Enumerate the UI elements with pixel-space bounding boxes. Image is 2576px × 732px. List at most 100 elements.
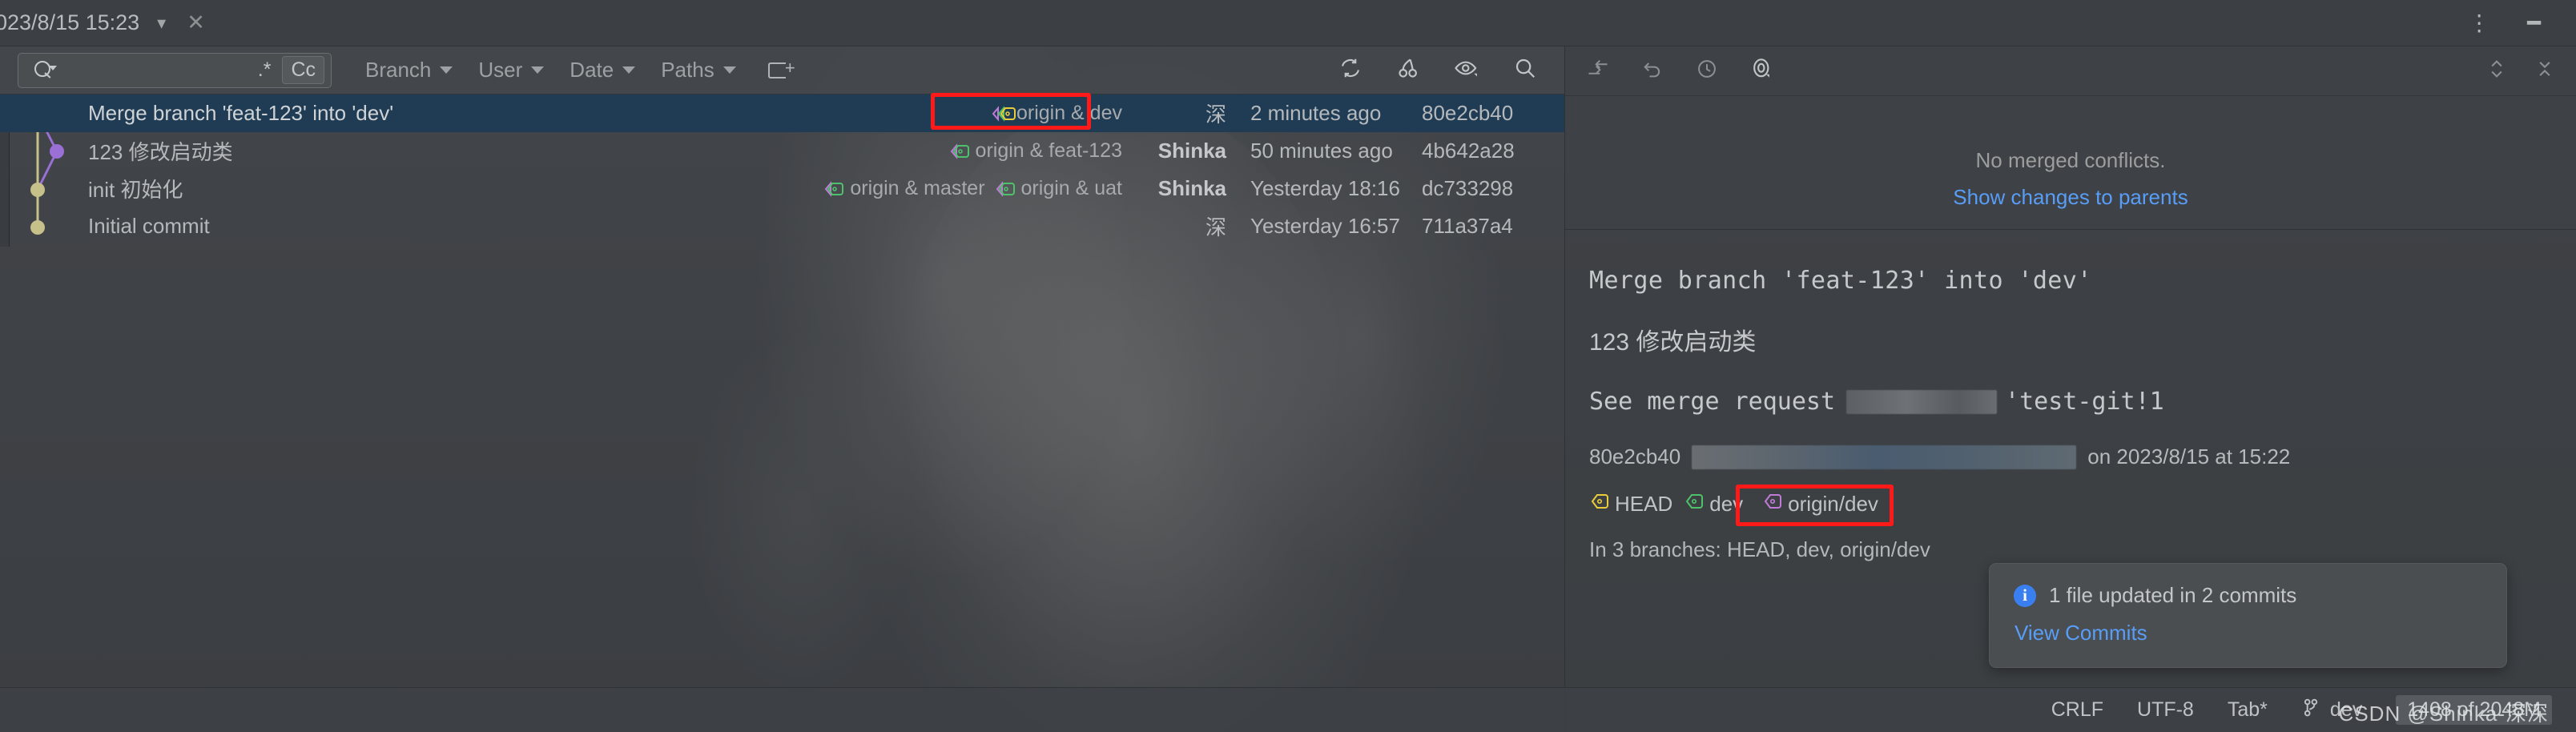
new-filter-icon[interactable]: + <box>767 58 795 82</box>
eye-icon[interactable] <box>1749 57 1775 85</box>
eye-icon[interactable] <box>1454 56 1479 85</box>
commit-date: 50 minutes ago <box>1250 139 1393 163</box>
undo-icon[interactable] <box>1640 58 1664 84</box>
commit-date: Yesterday 16:57 <box>1250 214 1400 238</box>
ref-head-label: HEAD <box>1615 492 1673 516</box>
ide-window: 023/8/15 15:23 ▾ ✕ ⋮ ━ .* Cc Branch User <box>0 0 2576 732</box>
filter-paths-label: Paths <box>661 58 714 82</box>
search-icon[interactable] <box>1513 56 1537 85</box>
chevron-down-icon <box>622 66 636 74</box>
ref-tag-label: origin & feat-123 <box>975 139 1122 162</box>
chevron-down-icon <box>531 66 545 74</box>
redacted-url <box>1846 389 1998 414</box>
commit-details-toolbar <box>1565 46 2576 96</box>
detail-commit-hash[interactable]: 80e2cb40 <box>1589 444 1680 469</box>
row-graph-cell <box>0 170 88 207</box>
table-row[interactable]: 123 修改启动类 origin & feat-123 Shinka 50 mi… <box>0 132 1564 170</box>
status-indent[interactable]: Tab* <box>2228 698 2268 722</box>
commit-table: Merge branch 'feat-123' into 'dev' origi… <box>0 95 1564 247</box>
commit-subject: Merge branch 'feat-123' into 'dev' <box>88 101 394 125</box>
history-icon[interactable] <box>1695 58 1719 84</box>
filter-branch[interactable]: Branch <box>356 53 462 87</box>
chevron-down-icon <box>440 66 453 74</box>
ref-tag-label: origin & dev <box>1016 102 1122 124</box>
ref-origin-dev-label: origin/dev <box>1788 492 1878 516</box>
memory-indicator[interactable]: 1408 of 2048M <box>2396 695 2552 725</box>
commit-detail-refs: HEAD dev origin/dev <box>1589 485 2552 526</box>
status-branch[interactable]: dev <box>2301 697 2362 723</box>
commit-refs: origin & feat-123 <box>949 139 1122 163</box>
status-bar: CRLF UTF-8 Tab* dev 1408 of 2048M <box>0 687 2576 732</box>
merge-request-suffix[interactable]: 'test-git!1 <box>2005 388 2164 416</box>
filter-user[interactable]: User <box>469 53 553 87</box>
branches-summary: In 3 branches: HEAD, dev, origin/dev <box>1589 537 1930 561</box>
info-icon: i <box>2014 584 2036 607</box>
show-changes-to-parents-link[interactable]: Show changes to parents <box>1565 179 2576 216</box>
ref-tag[interactable]: origin & feat-123 <box>949 139 1122 163</box>
titlebar-actions: ⋮ ━ <box>2468 11 2576 34</box>
minimize-icon[interactable]: ━ <box>2527 11 2541 34</box>
commit-hash: dc733298 <box>1422 176 1514 200</box>
commit-hash: 80e2cb40 <box>1422 101 1514 125</box>
collapse-all-icon[interactable] <box>2486 58 2507 84</box>
branch-tag-icon <box>823 179 844 199</box>
more-vertical-icon[interactable]: ⋮ <box>2468 11 2490 34</box>
tag-icon <box>1589 492 1610 517</box>
ref-tag[interactable]: origin & master <box>823 177 985 200</box>
filter-date[interactable]: Date <box>560 53 645 87</box>
ref-head[interactable]: HEAD <box>1589 492 1672 517</box>
table-row[interactable]: Initial commit 深 Yesterday 16:57 711a37a… <box>0 207 1564 245</box>
table-row[interactable]: init 初始化 origin & master origin & uat Sh… <box>0 170 1564 207</box>
regex-toggle[interactable]: .* <box>250 58 280 82</box>
commit-meta-line: 80e2cb40 on 2023/8/15 at 15:22 <box>1589 444 2552 469</box>
status-encoding[interactable]: UTF-8 <box>2137 698 2194 722</box>
merge-request-prefix: See merge request <box>1589 388 1836 416</box>
commit-date: 2 minutes ago <box>1250 101 1382 125</box>
ref-tag[interactable]: origin & uat <box>995 177 1122 200</box>
commit-author: 深 <box>1205 215 1226 239</box>
notification-header: i 1 file updated in 2 commits <box>2014 583 2482 608</box>
ref-dev[interactable]: dev <box>1684 492 1743 517</box>
ref-origin-dev[interactable]: origin/dev <box>1762 492 1878 517</box>
match-case-toggle[interactable]: Cc <box>282 56 324 84</box>
ref-tag-label: origin & master <box>850 177 985 199</box>
tag-icon <box>1762 492 1783 517</box>
refresh-icon[interactable] <box>1338 56 1362 85</box>
notification-popup[interactable]: i 1 file updated in 2 commits View Commi… <box>1989 563 2507 668</box>
filter-date-label: Date <box>570 58 614 82</box>
row-graph-cell <box>0 132 88 170</box>
filter-user-label: User <box>478 58 523 82</box>
merge-conflict-status: No merged conflicts. Show changes to par… <box>1565 143 2576 215</box>
chevron-down-icon[interactable]: ▾ <box>157 13 166 34</box>
redacted-author <box>1692 444 2077 469</box>
commit-refs: origin & master origin & uat <box>823 177 1122 200</box>
commit-subject: 123 修改启动类 <box>88 140 233 164</box>
row-graph-cell <box>0 207 88 245</box>
ref-tag[interactable]: origin & dev <box>990 102 1122 125</box>
filter-paths[interactable]: Paths <box>651 53 746 87</box>
git-log-pane: .* Cc Branch User Date Paths + Merge bra… <box>0 46 1564 732</box>
close-icon[interactable]: ✕ <box>187 10 205 35</box>
log-tab-label[interactable]: 023/8/15 15:23 <box>0 10 139 35</box>
git-branch-icon <box>2301 697 2320 723</box>
status-line-separator[interactable]: CRLF <box>2051 698 2103 722</box>
table-row[interactable]: Merge branch 'feat-123' into 'dev' origi… <box>0 95 1564 132</box>
commit-hash: 711a37a4 <box>1422 214 1513 238</box>
detail-commit-date: on 2023/8/15 at 15:22 <box>2087 444 2291 469</box>
cherry-pick-icon[interactable] <box>1396 56 1420 85</box>
search-icon <box>33 60 57 81</box>
log-filter-toolbar: .* Cc Branch User Date Paths + <box>0 46 1564 95</box>
no-conflicts-label: No merged conflicts. <box>1975 148 2166 172</box>
filter-dropdowns: Branch User Date Paths + <box>356 53 795 87</box>
search-input[interactable]: .* Cc <box>18 52 332 88</box>
notification-message: 1 file updated in 2 commits <box>2049 583 2297 607</box>
merge-request-line: See merge request 'test-git!1 <box>1589 388 2552 416</box>
window-titlebar: 023/8/15 15:23 ▾ ✕ ⋮ ━ <box>0 0 2576 46</box>
commit-hash: 4b642a28 <box>1422 139 1515 163</box>
commit-message-subject: 123 修改启动类 <box>1589 329 1757 356</box>
go-to-change-icon[interactable] <box>1586 58 1610 84</box>
branch-tag-icon <box>949 142 970 161</box>
close-icon[interactable] <box>2534 58 2555 84</box>
view-commits-link[interactable]: View Commits <box>2015 621 2482 646</box>
commit-date: Yesterday 18:16 <box>1250 176 1400 200</box>
